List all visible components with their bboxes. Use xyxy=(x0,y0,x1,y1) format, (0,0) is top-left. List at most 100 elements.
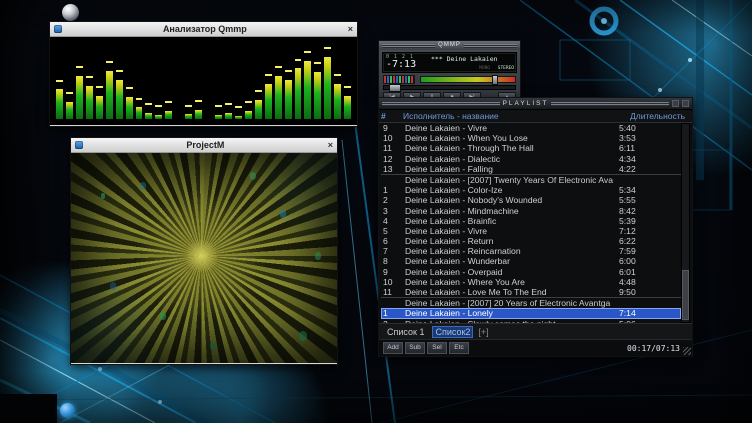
mini-visualizer[interactable] xyxy=(383,75,415,84)
playlist-track-row[interactable]: 5Deine Lakaien - Vivre7:12 xyxy=(381,226,681,236)
track-duration xyxy=(619,175,681,185)
track-number: 9 xyxy=(381,267,405,277)
playlist-scrollbar[interactable] xyxy=(681,123,690,323)
track-number: 8 xyxy=(381,256,405,266)
playlist-track-row[interactable]: 8Deine Lakaien - Wunderbar6:00 xyxy=(381,256,681,266)
track-number: 12 xyxy=(381,154,405,164)
column-number[interactable]: # xyxy=(379,111,403,121)
analyzer-peak xyxy=(116,70,123,72)
track-number: 11 xyxy=(381,287,405,297)
sub-button[interactable]: Sub xyxy=(405,342,425,354)
analyzer-peak xyxy=(314,62,321,64)
add-button[interactable]: Add xyxy=(383,342,403,354)
position-slider[interactable] xyxy=(383,85,516,90)
playlist-track-row[interactable]: 7Deine Lakaien - Reincarnation7:59 xyxy=(381,246,681,256)
analyzer-peak xyxy=(195,100,202,102)
playlist-track-row[interactable]: 9Deine Lakaien - Overpaid6:01 xyxy=(381,267,681,277)
analyzer-peak xyxy=(66,92,73,94)
projectm-close-icon[interactable]: × xyxy=(328,141,333,150)
track-title: Deine Lakaien - Love Me To The End xyxy=(405,287,619,297)
stereo-indicator: STEREO xyxy=(498,66,514,71)
analyzer-peak xyxy=(215,105,222,107)
player-titlebar[interactable]: QMMP xyxy=(379,41,520,50)
track-title: Deine Lakaien - Slowly comes the night xyxy=(405,319,619,323)
analyzer-peak xyxy=(165,101,172,103)
projectm-window: ProjectM × xyxy=(70,137,338,365)
playlist-footer: Add Sub Sel Etc 00:17/07:13 xyxy=(379,339,692,356)
track-number: 7 xyxy=(381,246,405,256)
titlebar-ridge xyxy=(551,102,669,106)
playlist-track-row[interactable]: 3Deine Lakaien - Mindmachine8:42 xyxy=(381,206,681,216)
playlist-track-row[interactable]: 11Deine Lakaien - Love Me To The End9:50 xyxy=(381,287,681,297)
playlist-close-button[interactable] xyxy=(682,100,689,107)
track-number: 11 xyxy=(381,143,405,153)
playlist-track-row[interactable]: 1Deine Lakaien - Color-Ize5:34 xyxy=(381,185,681,195)
scrollbar-thumb[interactable] xyxy=(682,270,689,320)
playlist-track-row[interactable]: 12Deine Lakaien - Dialectic4:34 xyxy=(381,154,681,164)
track-number: 10 xyxy=(381,277,405,287)
analyzer-window: Анализатор Qmmp × xyxy=(49,21,358,127)
analyzer-bar xyxy=(275,41,282,119)
track-number: 6 xyxy=(381,236,405,246)
track-duration: 5:34 xyxy=(619,185,681,195)
track-number: 1 xyxy=(381,185,405,195)
analyzer-close-icon[interactable]: × xyxy=(348,25,353,34)
wallpaper-emblem xyxy=(592,9,616,33)
analyzer-bar xyxy=(145,41,152,119)
column-artist-title[interactable]: Исполнитель - название xyxy=(403,111,630,121)
track-number: 5 xyxy=(381,226,405,236)
desktop-sphere-icon[interactable] xyxy=(62,4,79,21)
panel-launcher-icon[interactable] xyxy=(60,403,75,418)
resize-grip[interactable] xyxy=(683,347,691,355)
playlist-track-row[interactable]: 13Deine Lakaien - Falling4:22 xyxy=(381,164,681,174)
track-title: Deine Lakaien - Overpaid xyxy=(405,267,619,277)
track-duration: 4:34 xyxy=(619,154,681,164)
playlist-track-row[interactable]: 2Deine Lakaien - Slowly comes the night5… xyxy=(381,319,681,323)
track-title: Deine Lakaien - Lonely xyxy=(405,308,619,318)
track-duration: 6:01 xyxy=(619,267,681,277)
lcd-time-block[interactable]: 0 1 2 1 -7:13 xyxy=(383,53,429,72)
track-title: Deine Lakaien - Mindmachine xyxy=(405,206,619,216)
playlist-shade-button[interactable] xyxy=(672,100,679,107)
playlist-window: PLAYLIST # Исполнитель - название Длител… xyxy=(378,97,693,357)
add-playlist-button[interactable]: [+] xyxy=(478,327,488,337)
playlist-group-row[interactable]: Deine Lakaien - [2007] Twenty Years Of E… xyxy=(381,174,681,185)
track-number: 3 xyxy=(381,206,405,216)
track-duration: 5:39 xyxy=(619,216,681,226)
track-title: Deine Lakaien - Vivre xyxy=(405,226,619,236)
volume-slider[interactable] xyxy=(420,76,516,83)
playlist-track-row[interactable]: 6Deine Lakaien - Return6:22 xyxy=(381,236,681,246)
track-title: Deine Lakaien - Reincarnation xyxy=(405,246,619,256)
playlist-track-row[interactable]: 10Deine Lakaien - When You Lose3:53 xyxy=(381,133,681,143)
track-duration: 5:06 xyxy=(619,319,681,323)
analyzer-peak xyxy=(334,74,341,76)
playlist-track-row[interactable]: 10Deine Lakaien - Where You Are4:48 xyxy=(381,277,681,287)
playlist-track-row[interactable]: 9Deine Lakaien - Vivre5:40 xyxy=(381,123,681,133)
analyzer-peak xyxy=(324,47,331,49)
playlist-titlebar[interactable]: PLAYLIST xyxy=(379,98,692,110)
tab-list-1[interactable]: Список 1 xyxy=(384,326,427,338)
playlist-track-row[interactable]: 1Deine Lakaien - Lonely7:14 xyxy=(381,308,681,318)
analyzer-bar xyxy=(285,41,292,119)
sel-button[interactable]: Sel xyxy=(427,342,447,354)
projectm-titlebar[interactable]: ProjectM × xyxy=(71,138,337,153)
time-display[interactable]: -7:13 xyxy=(386,59,416,70)
volume-thumb[interactable] xyxy=(492,75,498,85)
playlist-body: 9Deine Lakaien - Vivre5:4010Deine Lakaie… xyxy=(379,123,692,323)
playlist-group-row[interactable]: Deine Lakaien - [2007] 20 Years of Elect… xyxy=(381,297,681,308)
column-duration[interactable]: Длительность xyxy=(630,111,692,121)
analyzer-peak xyxy=(245,101,252,103)
playlist-track-row[interactable]: 4Deine Lakaien - Brainfic5:39 xyxy=(381,216,681,226)
track-duration: 7:12 xyxy=(619,226,681,236)
track-title-marquee[interactable]: *** Deine Lakaien xyxy=(431,55,498,63)
playlist-track-row[interactable]: 11Deine Lakaien - Through The Hall6:11 xyxy=(381,143,681,153)
tab-list-2[interactable]: Список2 xyxy=(432,326,473,338)
etc-button[interactable]: Etc xyxy=(449,342,469,354)
position-thumb[interactable] xyxy=(389,84,401,92)
playlist-title: PLAYLIST xyxy=(503,98,549,109)
projectm-visualization xyxy=(71,153,337,363)
analyzer-titlebar[interactable]: Анализатор Qmmp × xyxy=(50,22,357,37)
playlist-track-row[interactable]: 2Deine Lakaien - Nobody's Wounded5:55 xyxy=(381,195,681,205)
analyzer-peak xyxy=(126,87,133,89)
analyzer-peak xyxy=(106,61,113,63)
